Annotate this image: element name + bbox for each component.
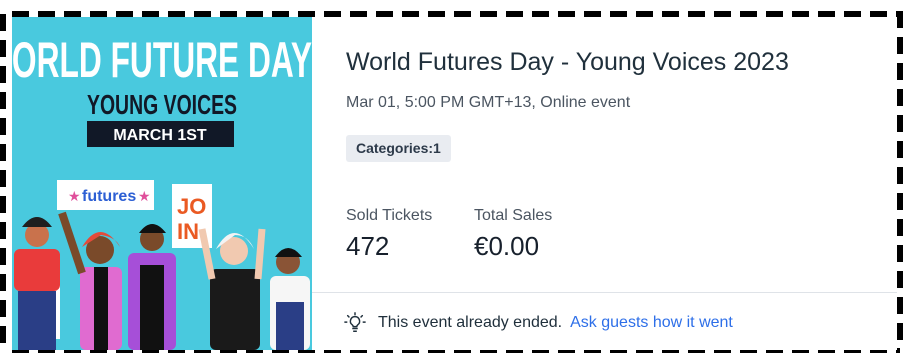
- total-sales-value: €0.00: [474, 231, 540, 261]
- svg-text:★: ★: [68, 188, 81, 204]
- event-footer: This event already ended. Ask guests how…: [344, 312, 733, 334]
- poster-sign-join-2: IN: [177, 219, 199, 244]
- poster-artwork: WORLD FUTURE DAY YOUNG VOICES MARCH 1ST …: [12, 17, 312, 350]
- total-sales-label: Total Sales: [474, 207, 553, 224]
- categories-badge: Categories:1: [346, 135, 451, 162]
- event-ended-message: This event already ended.: [378, 314, 563, 331]
- sold-tickets-stat: Sold Tickets 472: [346, 207, 432, 262]
- poster-sign-futures: futures: [82, 188, 136, 205]
- event-title[interactable]: World Futures Day - Young Voices 2023: [346, 48, 789, 77]
- event-details: World Futures Day - Young Voices 2023 Ma…: [346, 17, 903, 350]
- event-meta: Mar 01, 5:00 PM GMT+13, Online event: [346, 94, 631, 111]
- sold-tickets-value: 472: [346, 231, 390, 261]
- total-sales-stat: Total Sales €0.00: [474, 207, 552, 262]
- lightbulb-icon: [344, 312, 366, 332]
- svg-text:★: ★: [138, 188, 151, 204]
- sold-tickets-label: Sold Tickets: [346, 207, 433, 224]
- ask-guests-link[interactable]: Ask guests how it went: [570, 314, 733, 332]
- poster-headline: WORLD FUTURE DAY: [12, 32, 312, 88]
- frame-left-edge: [0, 14, 6, 349]
- event-poster-image[interactable]: WORLD FUTURE DAY YOUNG VOICES MARCH 1ST …: [12, 17, 312, 350]
- poster-date-banner: MARCH 1ST: [113, 127, 207, 144]
- poster-subheadline: YOUNG VOICES: [87, 89, 237, 120]
- poster-sign-join-1: JO: [177, 194, 206, 219]
